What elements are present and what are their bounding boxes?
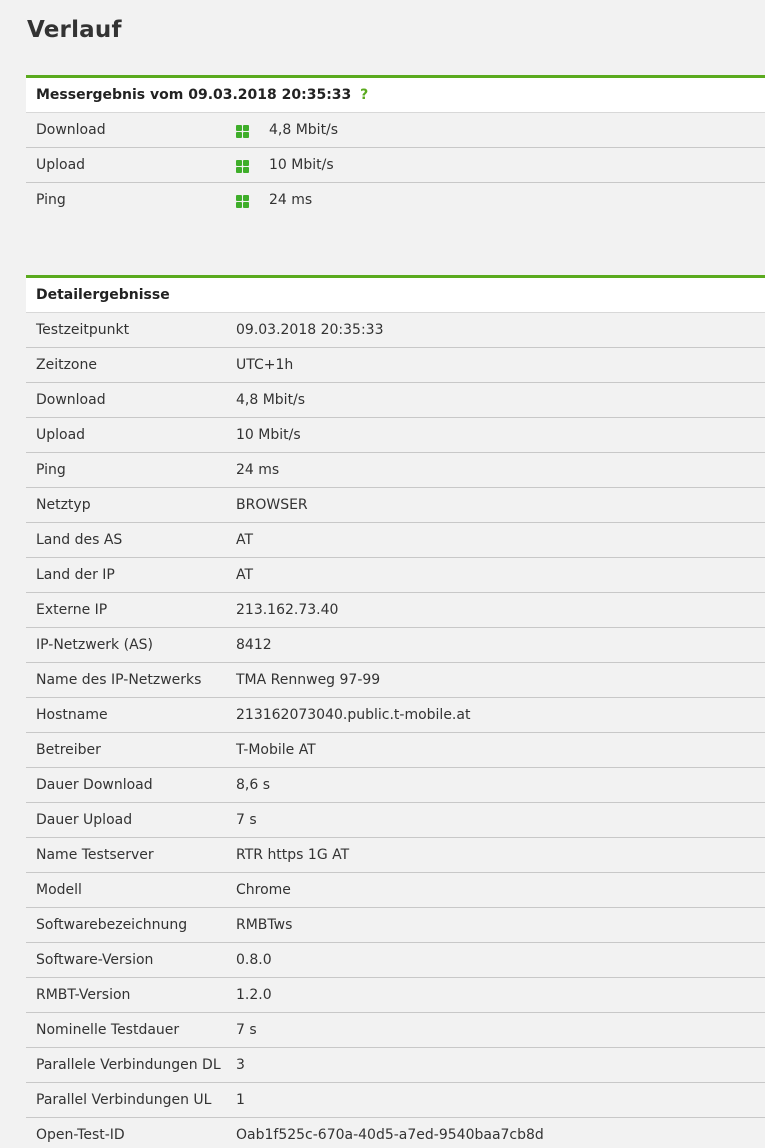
help-icon[interactable]: ? <box>360 87 368 103</box>
row-label: Upload <box>36 157 86 173</box>
table-row: Land der IP AT <box>26 558 765 593</box>
detail-rows: Testzeitpunkt 09.03.2018 20:35:33 Zeitzone… <box>26 313 765 1148</box>
quality-good-icon <box>236 195 249 208</box>
table-row: Betreiber T-Mobile AT <box>26 733 765 768</box>
row-value: Chrome <box>236 882 291 898</box>
page: Verlauf Messergebnis vom 09.03.2018 20:3… <box>0 0 765 1148</box>
row-label: Parallel Verbindungen UL <box>36 1092 212 1108</box>
table-row: IP-Netzwerk (AS) 8412 <box>26 628 765 663</box>
row-label: Nominelle Testdauer <box>36 1022 180 1038</box>
table-row: Ping 24 ms <box>26 183 765 217</box>
row-label: Externe IP <box>36 602 108 618</box>
row-label: RMBT-Version <box>36 987 131 1003</box>
table-row: Zeitzone UTC+1h <box>26 348 765 383</box>
row-value: 1 <box>236 1092 245 1108</box>
row-value: 8,6 s <box>236 777 271 793</box>
result-header-text: Messergebnis vom 09.03.2018 20:35:33 <box>36 87 352 103</box>
table-row: Dauer Download 8,6 s <box>26 768 765 803</box>
table-row: Name Testserver RTR https 1G AT <box>26 838 765 873</box>
row-value: 4,8 Mbit/s <box>269 122 339 138</box>
table-row: Netztyp BROWSER <box>26 488 765 523</box>
row-label: Zeitzone <box>36 357 97 373</box>
row-value: BROWSER <box>236 497 308 513</box>
row-label: Download <box>36 122 106 138</box>
quality-good-icon <box>236 125 249 138</box>
row-value: 0.8.0 <box>236 952 272 968</box>
row-value: T-Mobile AT <box>236 742 316 758</box>
row-value: 7 s <box>236 1022 257 1038</box>
row-label: Land des AS <box>36 532 123 548</box>
row-value: 10 Mbit/s <box>269 157 334 173</box>
result-rows: Download 4,8 Mbit/s Upload 10 Mbit/s Ping 24 … <box>26 113 765 217</box>
result-section: Messergebnis vom 09.03.2018 20:35:33 ? D… <box>26 75 765 217</box>
table-row: Modell Chrome <box>26 873 765 908</box>
row-value: RTR https 1G AT <box>236 847 350 863</box>
table-row: Dauer Upload 7 s <box>26 803 765 838</box>
page-title: Verlauf <box>27 17 122 43</box>
row-value: 1.2.0 <box>236 987 272 1003</box>
table-row: Parallel Verbindungen UL 1 <box>26 1083 765 1118</box>
row-label: Name Testserver <box>36 847 154 863</box>
row-label: Parallele Verbindungen DL <box>36 1057 221 1073</box>
row-value: RMBTws <box>236 917 293 933</box>
row-value: 213.162.73.40 <box>236 602 339 618</box>
table-row: Nominelle Testdauer 7 s <box>26 1013 765 1048</box>
table-row: Land des AS AT <box>26 523 765 558</box>
table-row: Name des IP-Netzwerks TMA Rennweg 97-99 <box>26 663 765 698</box>
row-label: Software-Version <box>36 952 154 968</box>
row-label: Hostname <box>36 707 108 723</box>
table-row: Ping 24 ms <box>26 453 765 488</box>
table-row: Open-Test-ID Oab1f525c-670a-40d5-a7ed-954… <box>26 1118 765 1148</box>
row-label: Ping <box>36 462 66 478</box>
row-label: Dauer Upload <box>36 812 133 828</box>
row-label: Netztyp <box>36 497 91 513</box>
row-label: Ping <box>36 192 66 208</box>
row-value: 24 ms <box>236 462 280 478</box>
row-label: Modell <box>36 882 82 898</box>
details-header: Detailergebnisse <box>26 278 765 313</box>
row-label: Upload <box>36 427 86 443</box>
quality-good-icon <box>236 160 249 173</box>
row-label: Open-Test-ID <box>36 1127 125 1143</box>
table-row: Download 4,8 Mbit/s <box>26 383 765 418</box>
table-row: Hostname 213162073040.public.t-mobile.at <box>26 698 765 733</box>
table-row: Software-Version 0.8.0 <box>26 943 765 978</box>
row-value: UTC+1h <box>236 357 294 373</box>
table-row: Upload 10 Mbit/s <box>26 418 765 453</box>
row-value: 3 <box>236 1057 245 1073</box>
table-row: Externe IP 213.162.73.40 <box>26 593 765 628</box>
row-label: Betreiber <box>36 742 101 758</box>
details-section: Detailergebnisse Testzeitpunkt 09.03.2018… <box>26 275 765 1148</box>
row-value: Oab1f525c-670a-40d5-a7ed-9540baa7cb8d <box>236 1127 544 1143</box>
row-value: TMA Rennweg 97-99 <box>236 672 381 688</box>
row-value: 213162073040.public.t-mobile.at <box>236 707 471 723</box>
row-value: 10 Mbit/s <box>236 427 301 443</box>
row-label: Download <box>36 392 106 408</box>
table-row: RMBT-Version 1.2.0 <box>26 978 765 1013</box>
row-value: 4,8 Mbit/s <box>236 392 306 408</box>
result-header: Messergebnis vom 09.03.2018 20:35:33 ? <box>26 78 765 113</box>
row-label: Land der IP <box>36 567 115 583</box>
table-row: Parallele Verbindungen DL 3 <box>26 1048 765 1083</box>
table-row: Testzeitpunkt 09.03.2018 20:35:33 <box>26 313 765 348</box>
table-row: Download 4,8 Mbit/s <box>26 113 765 148</box>
row-label: Dauer Download <box>36 777 153 793</box>
row-value: 24 ms <box>269 192 313 208</box>
row-label: Name des IP-Netzwerks <box>36 672 202 688</box>
table-row: Softwarebezeichnung RMBTws <box>26 908 765 943</box>
row-value: 7 s <box>236 812 257 828</box>
row-value: 09.03.2018 20:35:33 <box>236 322 384 338</box>
row-value: 8412 <box>236 637 272 653</box>
row-label: Softwarebezeichnung <box>36 917 188 933</box>
row-label: IP-Netzwerk (AS) <box>36 637 154 653</box>
row-value: AT <box>236 567 254 583</box>
row-label: Testzeitpunkt <box>36 322 130 338</box>
row-value: AT <box>236 532 254 548</box>
table-row: Upload 10 Mbit/s <box>26 148 765 183</box>
